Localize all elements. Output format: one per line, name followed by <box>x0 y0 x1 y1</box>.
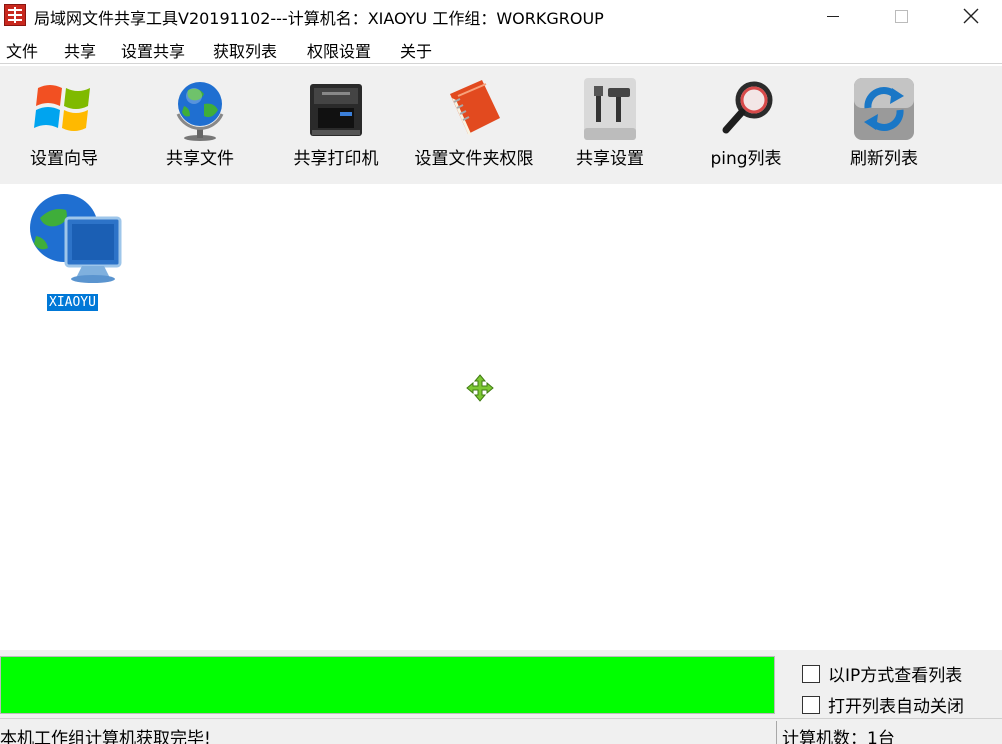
share-files-button[interactable]: 共享文件 <box>150 66 250 184</box>
globe-icon <box>176 82 224 141</box>
menu-get-list[interactable]: 获取列表 <box>213 38 277 62</box>
app-icon <box>4 4 26 26</box>
tools-icon <box>584 78 636 140</box>
computer-list-view[interactable]: XIAOYU <box>0 184 1002 650</box>
menu-bar: 文件 共享 设置共享 获取列表 权限设置 关于 <box>0 34 1002 64</box>
title-bar: 局域网文件共享工具V20191102---计算机名：XIAOYU 工作组：WOR… <box>0 0 1002 32</box>
share-settings-button[interactable]: 共享设置 <box>560 66 660 184</box>
windows-logo-icon <box>34 85 90 131</box>
maximize-icon <box>894 9 908 23</box>
refresh-list-button[interactable]: 刷新列表 <box>834 66 934 184</box>
menu-share[interactable]: 共享 <box>64 38 96 62</box>
bottom-panel: 以IP方式查看列表 打开列表自动关闭 <box>0 650 1002 718</box>
close-button[interactable] <box>948 0 994 32</box>
view-by-ip-option[interactable]: 以IP方式查看列表 <box>802 661 962 686</box>
printer-icon <box>310 84 362 136</box>
menu-set-share[interactable]: 设置共享 <box>121 38 185 62</box>
progress-fill <box>1 657 774 713</box>
status-message: 本机工作组计算机获取完毕! <box>0 729 211 744</box>
auto-close-option[interactable]: 打开列表自动关闭 <box>802 692 964 717</box>
close-icon <box>963 8 979 24</box>
toolbar: 设置向导 共享文件 共享打印机 设置文件夹权限 共享设置 ping列表 刷新列表 <box>0 66 1002 184</box>
ping-list-label: ping列表 <box>710 149 782 169</box>
folder-permissions-button[interactable]: 设置文件夹权限 <box>408 66 540 184</box>
share-files-label: 共享文件 <box>166 149 234 169</box>
menu-about[interactable]: 关于 <box>400 38 432 62</box>
list-item[interactable]: XIAOYU <box>22 188 132 318</box>
view-by-ip-label: 以IP方式查看列表 <box>828 666 963 686</box>
minimize-icon <box>827 15 839 17</box>
minimize-button[interactable] <box>810 0 856 32</box>
window-title: 局域网文件共享工具V20191102---计算机名：XIAOYU 工作组：WOR… <box>34 9 604 28</box>
computer-name-label: XIAOYU <box>47 294 98 311</box>
computer-count: 计算机数：1台 <box>782 729 895 744</box>
share-printer-button[interactable]: 共享打印机 <box>286 66 386 184</box>
refresh-icon <box>854 78 914 140</box>
share-printer-label: 共享打印机 <box>293 149 379 169</box>
menu-permissions[interactable]: 权限设置 <box>307 38 371 62</box>
move-cursor-icon <box>466 374 494 402</box>
magnifier-icon <box>722 81 773 134</box>
setup-wizard-button[interactable]: 设置向导 <box>12 66 116 184</box>
menu-file[interactable]: 文件 <box>6 38 38 62</box>
refresh-list-label: 刷新列表 <box>850 149 918 169</box>
notebook-icon <box>450 80 500 136</box>
share-settings-label: 共享设置 <box>576 149 644 169</box>
setup-wizard-label: 设置向导 <box>30 149 98 169</box>
network-computer-icon <box>30 194 122 283</box>
auto-close-label: 打开列表自动关闭 <box>828 697 964 717</box>
maximize-button[interactable] <box>878 0 924 32</box>
view-by-ip-checkbox[interactable] <box>802 664 820 683</box>
status-bar: 本机工作组计算机获取完毕! 计算机数：1台 <box>0 718 1002 744</box>
auto-close-checkbox[interactable] <box>802 695 820 714</box>
status-divider <box>776 721 777 744</box>
folder-permissions-label: 设置文件夹权限 <box>414 149 534 169</box>
ping-list-button[interactable]: ping列表 <box>700 66 792 184</box>
progress-bar <box>0 656 775 714</box>
